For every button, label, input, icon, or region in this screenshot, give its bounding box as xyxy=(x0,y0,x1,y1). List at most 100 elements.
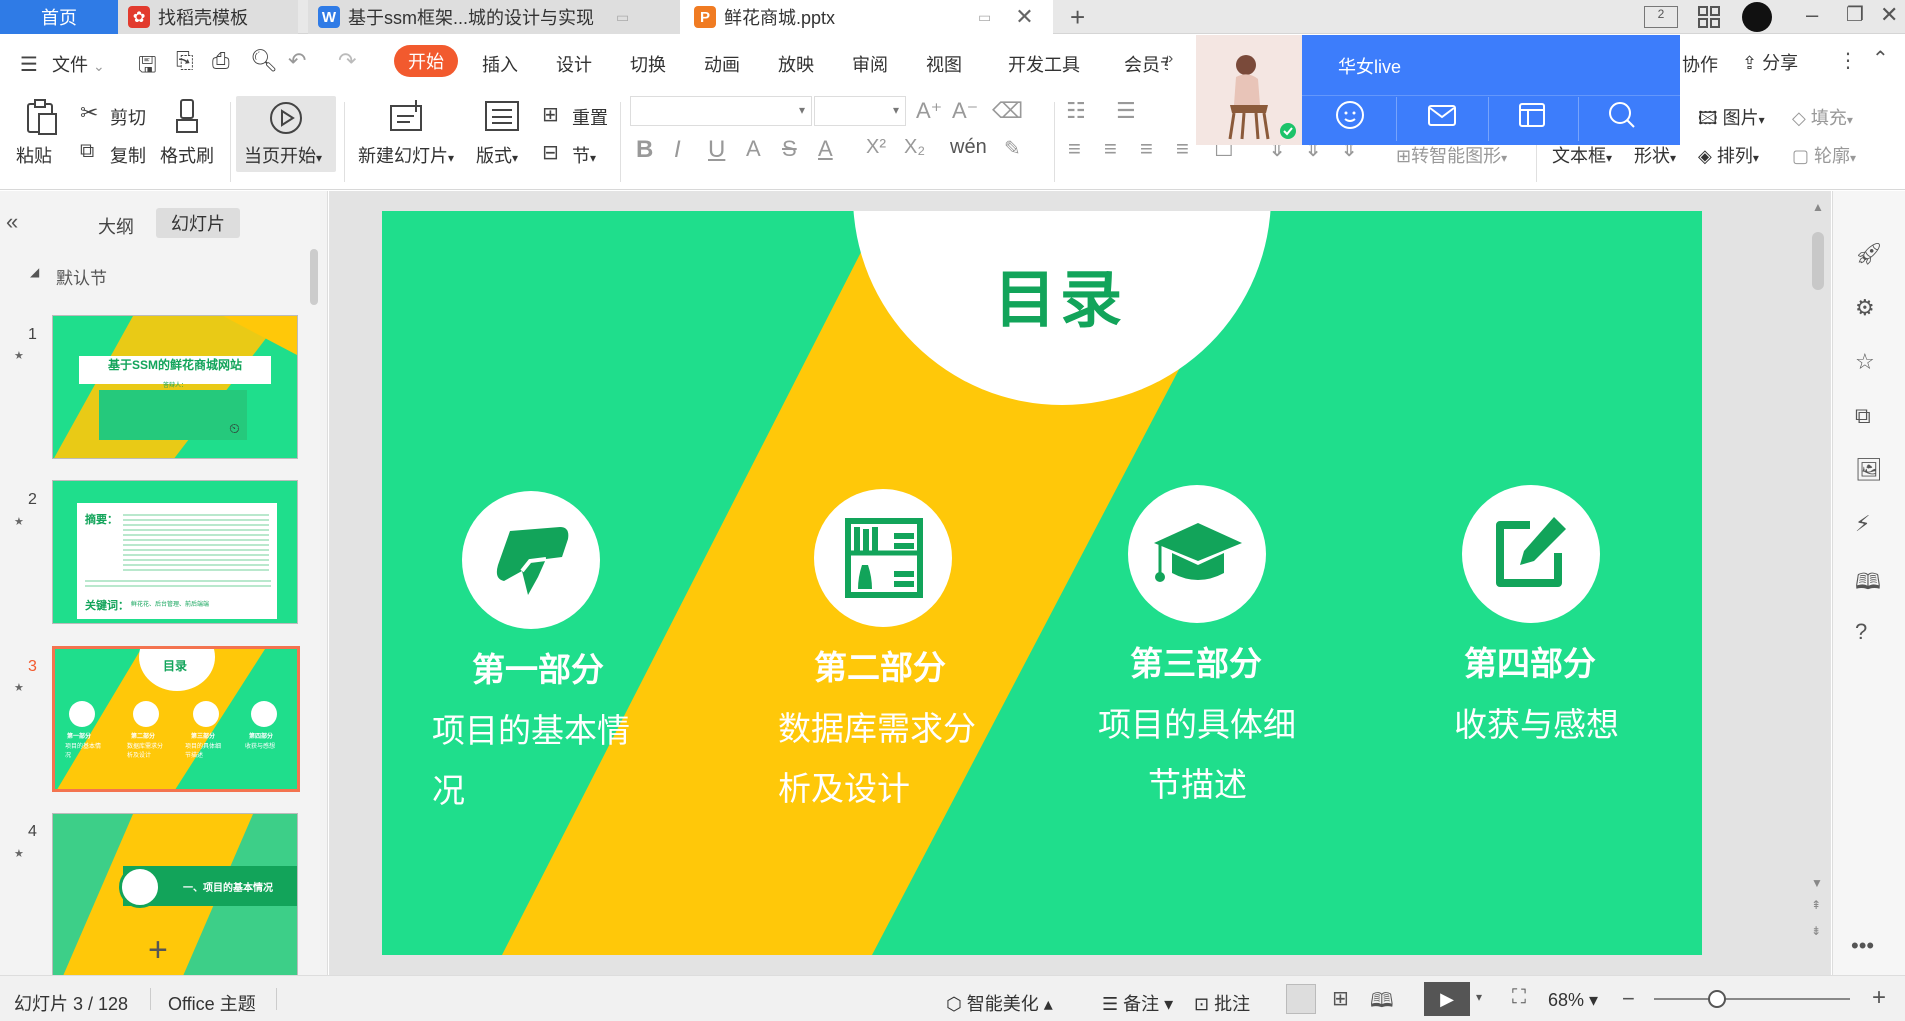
section4-line1[interactable]: 收获与感想 xyxy=(1454,695,1619,755)
grid-apps-icon[interactable] xyxy=(1698,6,1720,28)
avatar[interactable] xyxy=(1742,2,1772,32)
subscript-icon[interactable]: X₂ xyxy=(904,136,925,159)
tab-insert[interactable]: 插入 xyxy=(482,51,518,77)
tab-transition[interactable]: 切换 xyxy=(630,51,666,77)
new-slide-icon[interactable] xyxy=(388,98,426,134)
from-current-button[interactable]: 当页开始▾ xyxy=(236,96,336,172)
grow-font-icon[interactable]: A⁺ xyxy=(916,98,942,124)
copy-button[interactable]: 复制 xyxy=(110,142,146,168)
triangle-down-icon[interactable]: ◢ xyxy=(30,265,39,279)
panel-scrollbar[interactable] xyxy=(310,249,318,305)
numbered-list-icon[interactable]: ☰ xyxy=(1116,98,1136,124)
mail-icon[interactable] xyxy=(1426,99,1458,131)
rocket-icon[interactable]: 🚀︎ xyxy=(1855,241,1883,267)
convert-smart-button[interactable]: ⊞转智能图形▾ xyxy=(1396,142,1507,168)
image-icon[interactable]: 🖼︎ xyxy=(1855,457,1883,483)
picture-button[interactable]: 🖾 图片▾ xyxy=(1698,104,1765,136)
notes-button[interactable]: ☰ 备注 ▾ xyxy=(1102,990,1173,1016)
zoom-in-icon[interactable]: + xyxy=(1872,984,1886,1012)
bullet-list-icon[interactable]: ☷ xyxy=(1066,98,1086,124)
underline-icon[interactable]: U xyxy=(708,136,725,164)
section3-line1[interactable]: 项目的具体细 xyxy=(1098,695,1296,755)
more-icon[interactable]: ⋮ xyxy=(1838,48,1858,73)
lightning-icon[interactable]: ⚡︎ xyxy=(1855,511,1870,537)
reading-view-icon[interactable]: 🕮 xyxy=(1370,986,1394,1020)
live-overlay-widget[interactable]: 华女live xyxy=(1196,35,1680,145)
tab-design[interactable]: 设计 xyxy=(556,51,592,77)
slideshow-play-button[interactable]: ▶ xyxy=(1424,982,1470,1016)
tab-home[interactable]: 首页 xyxy=(0,0,118,34)
bold-icon[interactable]: B xyxy=(636,136,653,164)
fill-button[interactable]: ◇ 填充▾ xyxy=(1792,104,1853,130)
redo-icon[interactable]: ↷ xyxy=(338,48,356,74)
strikethrough-icon[interactable]: S xyxy=(782,136,797,162)
paste-button[interactable]: 粘贴 xyxy=(16,142,52,168)
sliders-icon[interactable]: ⚙ xyxy=(1855,295,1875,321)
window-count-icon[interactable]: 2 xyxy=(1644,6,1678,28)
close-tab-icon[interactable]: ✕ xyxy=(1015,4,1033,30)
export-pdf-icon[interactable]: ⎘ xyxy=(176,48,194,74)
align-left-icon[interactable]: ≡ xyxy=(1068,136,1081,162)
tab-slides[interactable]: 幻灯片 xyxy=(156,208,240,238)
tab-developer[interactable]: 开发工具 xyxy=(1008,51,1080,77)
copy-frame-icon[interactable]: ⧉ xyxy=(1855,403,1871,429)
section3-line2[interactable]: 节描述 xyxy=(1148,755,1247,815)
minimize-icon[interactable]: – xyxy=(1806,2,1818,28)
font-size-select[interactable]: ▾ xyxy=(814,96,906,126)
section1-line1[interactable]: 项目的基本情 xyxy=(432,701,630,761)
format-painter-icon[interactable] xyxy=(174,98,200,136)
section2-line2[interactable]: 析及设计 xyxy=(778,759,910,819)
paste-icon[interactable] xyxy=(24,98,60,136)
slide-thumbnail-2[interactable]: 摘要： 关键词： 鲜花花、后台管理、前后端端 xyxy=(52,480,298,624)
section2-heading[interactable]: 第二部分 xyxy=(814,641,946,689)
tab-outline[interactable]: 大纲 xyxy=(98,213,134,239)
slide-thumbnail-4[interactable]: 一、项目的基本情况 xyxy=(52,813,298,975)
clear-format-icon[interactable]: ⌫ xyxy=(992,98,1023,124)
chat-face-icon[interactable] xyxy=(1334,99,1366,131)
align-center-icon[interactable]: ≡ xyxy=(1104,136,1117,162)
section-button[interactable]: 节▾ xyxy=(572,142,596,168)
section1-heading[interactable]: 第一部分 xyxy=(472,643,604,691)
slide-editor[interactable]: 目录 第一部分 项目的基本情 况 第二部分 数据库需求分 析及设计 第三部分 项 xyxy=(382,211,1702,955)
layout-button[interactable]: 版式▾ xyxy=(476,142,518,168)
section2-line1[interactable]: 数据库需求分 xyxy=(778,699,976,759)
next-slide-icon[interactable]: ⇟ xyxy=(1811,924,1821,938)
sorter-view-icon[interactable]: ⊞ xyxy=(1332,986,1349,1011)
pinyin-icon[interactable]: wén xyxy=(950,136,987,159)
font-color-icon[interactable]: A xyxy=(818,136,833,162)
beautify-button[interactable]: ⬡ 智能美化 ▴ xyxy=(946,990,1053,1016)
cut-button[interactable]: 剪切 xyxy=(110,104,146,130)
align-right-icon[interactable]: ≡ xyxy=(1140,136,1153,162)
chevron-down-icon[interactable]: ▾ xyxy=(1476,990,1482,1004)
tab-slideshow[interactable]: 放映 xyxy=(778,51,814,77)
section3-heading[interactable]: 第三部分 xyxy=(1130,637,1262,685)
search-icon[interactable] xyxy=(1606,99,1638,131)
slide-thumbnail-3[interactable]: 目录 第一部分 第二部分 第三部分 第四部分 项目的基本情况 数据库需求分析及设… xyxy=(52,646,300,792)
more-options-icon[interactable]: ••• xyxy=(1851,933,1874,959)
tab-zhaodaoke[interactable]: ✿ 找稻壳模板 xyxy=(118,0,298,34)
zoom-slider-thumb[interactable] xyxy=(1708,990,1726,1008)
arrange-button[interactable]: ◈ 排列▾ xyxy=(1698,142,1759,168)
add-slide-icon[interactable]: + xyxy=(148,931,168,970)
print-icon[interactable]: ⎙ xyxy=(212,48,230,74)
share-button[interactable]: ⇪ 分享 xyxy=(1742,49,1798,75)
tab-start[interactable]: 开始 xyxy=(394,45,458,77)
scroll-up-icon[interactable]: ▲ xyxy=(1812,200,1824,214)
textbox-button[interactable]: 文本框▾ xyxy=(1552,142,1612,168)
new-tab-icon[interactable]: + xyxy=(1070,2,1085,33)
zoom-level[interactable]: 68% ▾ xyxy=(1548,990,1598,1011)
layout-icon[interactable] xyxy=(484,100,520,132)
tab-ppt-doc[interactable]: P 鲜花商城.pptx ▭ ✕ xyxy=(680,0,1053,34)
close-window-icon[interactable]: ✕ xyxy=(1880,2,1898,28)
tab-word-doc[interactable]: W 基于ssm框架...城的设计与实现 ▭ xyxy=(308,0,680,34)
scroll-down-icon[interactable]: ▼ xyxy=(1811,876,1823,890)
highlight-icon[interactable]: ✎ xyxy=(1004,136,1021,161)
normal-view-icon[interactable] xyxy=(1286,984,1316,1014)
tab-animation[interactable]: 动画 xyxy=(704,51,740,77)
chevron-right-icon[interactable]: › xyxy=(1168,50,1173,68)
font-family-select[interactable]: ▾ xyxy=(630,96,812,126)
shrink-font-icon[interactable]: A⁻ xyxy=(952,98,978,124)
shape-button[interactable]: 形状▾ xyxy=(1634,142,1676,168)
collapse-ribbon-icon[interactable]: ⌃ xyxy=(1872,46,1889,71)
help-icon[interactable]: ? xyxy=(1855,619,1867,645)
